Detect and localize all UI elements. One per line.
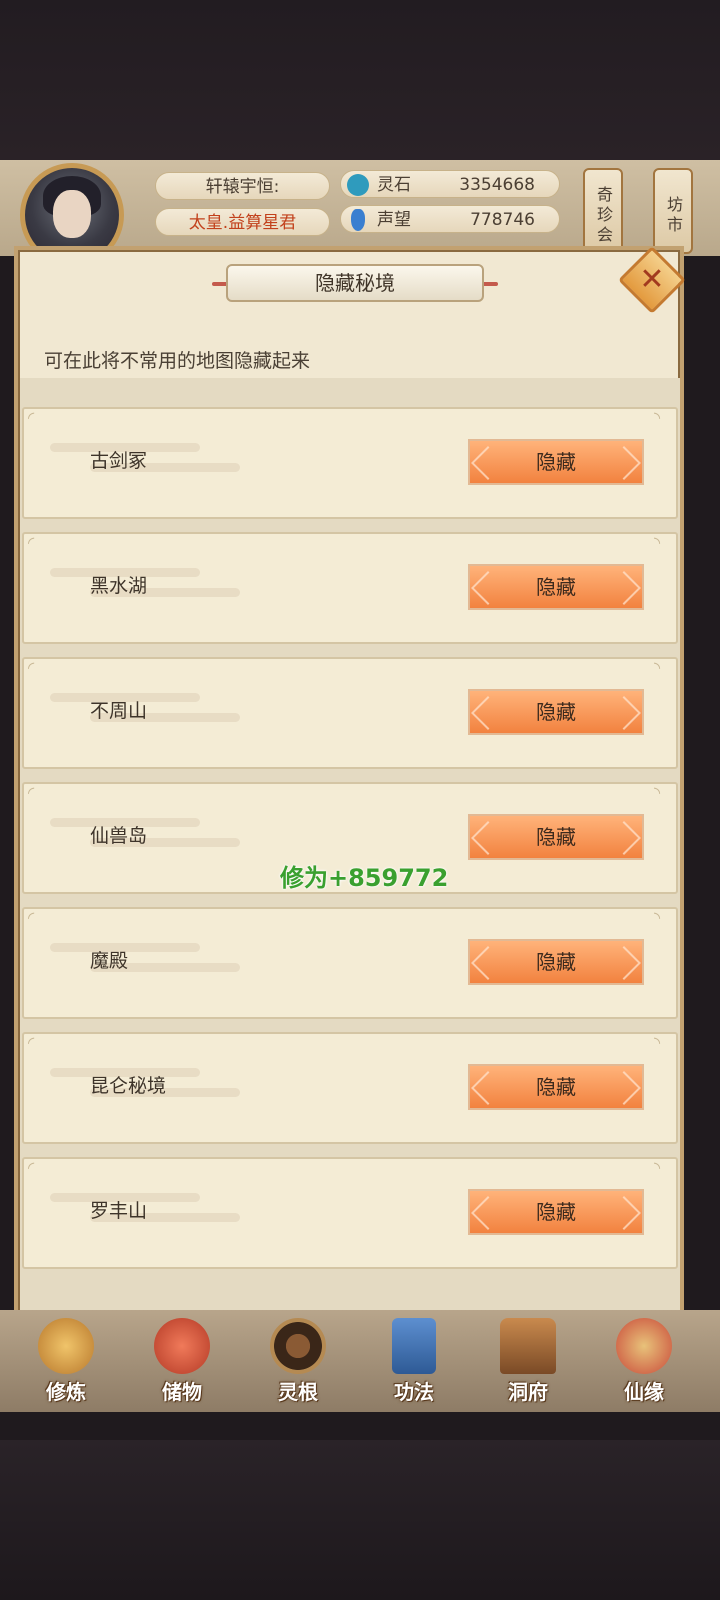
hide-button[interactable]: 隐藏 — [468, 689, 644, 735]
resource-label: 声望 — [377, 210, 411, 230]
player-name: 轩辕宇恒: — [155, 172, 330, 200]
nav-storage[interactable]: 储物 — [132, 1318, 232, 1408]
corner-ornament-icon: ◜ — [28, 1158, 35, 1177]
corner-ornament-icon: ◜ — [28, 783, 35, 802]
corner-ornament-icon: ◜ — [28, 408, 35, 427]
corner-ornament-icon: ◜ — [28, 533, 35, 552]
nav-label: 储物 — [162, 1380, 202, 1404]
realm-name: 罗丰山 — [90, 1200, 148, 1222]
corner-ornament-icon: ◝ — [654, 1033, 661, 1052]
dialog-title: 隐藏秘境 — [226, 264, 484, 302]
realm-name: 黑水湖 — [90, 575, 148, 597]
hide-button[interactable]: 隐藏 — [468, 814, 644, 860]
nav-cave-abode[interactable]: 洞府 — [478, 1318, 578, 1408]
gourd-icon — [616, 1318, 672, 1374]
corner-ornament-icon: ◝ — [654, 783, 661, 802]
cultivate-icon — [38, 1318, 94, 1374]
prestige-icon — [351, 209, 365, 231]
corner-ornament-icon: ◝ — [654, 658, 661, 677]
resource-label: 灵石 — [377, 175, 411, 195]
storage-bag-icon — [154, 1318, 210, 1374]
corner-ornament-icon: ◝ — [654, 408, 661, 427]
corner-ornament-icon: ◝ — [654, 1158, 661, 1177]
market-button[interactable]: 坊市 — [653, 168, 693, 254]
close-icon[interactable]: ✕ — [631, 259, 673, 301]
cultivation-gain-text: 修为+859772 — [280, 864, 449, 892]
hide-button[interactable]: 隐藏 — [468, 439, 644, 485]
bottom-blank-area — [0, 1440, 720, 1600]
resource-spirit-stone: 灵石 3354668 — [340, 170, 560, 198]
resource-prestige: 声望 778746 — [340, 205, 560, 233]
resource-value: 778746 — [470, 210, 535, 230]
spirit-stone-icon — [347, 174, 369, 196]
realm-name: 不周山 — [90, 700, 148, 722]
spirit-root-icon — [270, 1318, 326, 1374]
hide-button[interactable]: 隐藏 — [468, 564, 644, 610]
nav-spirit-root[interactable]: 灵根 — [248, 1318, 348, 1408]
nav-cultivate[interactable]: 修炼 — [16, 1318, 116, 1408]
nav-label: 灵根 — [278, 1380, 318, 1404]
hide-button[interactable]: 隐藏 — [468, 1064, 644, 1110]
cave-abode-icon — [500, 1318, 556, 1374]
nav-label: 修炼 — [46, 1380, 86, 1404]
nav-fate[interactable]: 仙缘 — [594, 1318, 694, 1408]
corner-ornament-icon: ◜ — [28, 908, 35, 927]
corner-ornament-icon: ◝ — [654, 908, 661, 927]
corner-ornament-icon: ◜ — [28, 1033, 35, 1052]
treasure-auction-button[interactable]: 奇珍会 — [583, 168, 623, 254]
technique-book-icon — [392, 1318, 436, 1374]
realm-name: 古剑冢 — [90, 450, 148, 472]
dialog-subtitle: 可在此将不常用的地图隐藏起来 — [44, 350, 311, 372]
nav-label: 仙缘 — [624, 1380, 664, 1404]
nav-label: 洞府 — [508, 1380, 548, 1404]
hide-button[interactable]: 隐藏 — [468, 939, 644, 985]
realm-name: 魔殿 — [90, 950, 129, 972]
player-title: 太皇.益算星君 — [155, 208, 330, 236]
avatar-face — [53, 190, 91, 238]
realm-name: 仙兽岛 — [90, 825, 148, 847]
corner-ornament-icon: ◜ — [28, 658, 35, 677]
nav-technique[interactable]: 功法 — [364, 1318, 464, 1408]
nav-label: 功法 — [394, 1380, 434, 1404]
resource-value: 3354668 — [459, 175, 535, 195]
corner-ornament-icon: ◝ — [654, 533, 661, 552]
status-bar-area — [0, 0, 720, 160]
hide-button[interactable]: 隐藏 — [468, 1189, 644, 1235]
realm-name: 昆仑秘境 — [90, 1075, 167, 1097]
